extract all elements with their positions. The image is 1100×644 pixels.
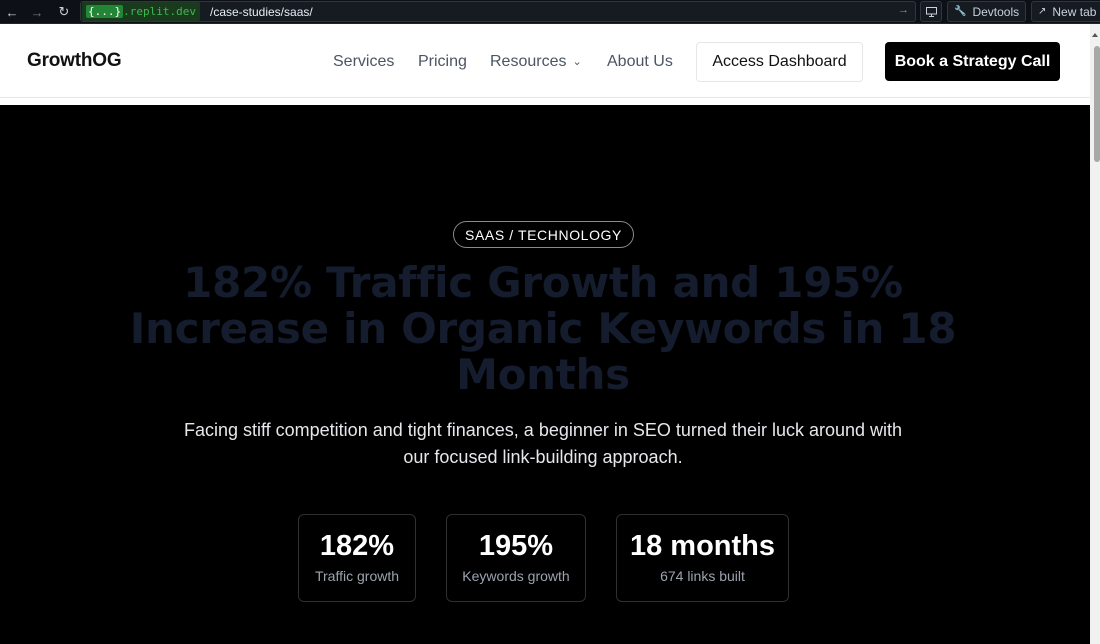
case-study-headline: 182% Traffic Growth and 195% Increase in… xyxy=(129,258,957,399)
nav-pricing[interactable]: Pricing xyxy=(418,53,467,71)
site-header: GrowthOG Services Pricing Resources ⌄ Abo… xyxy=(0,24,1090,98)
header-spacer xyxy=(0,98,1090,105)
stat-value: 182% xyxy=(319,530,395,562)
nav-about-us[interactable]: About Us xyxy=(607,53,673,71)
new-tab-label: New tab xyxy=(1052,4,1097,19)
hero-section: SAAS / TECHNOLOGY 182% Traffic Growth an… xyxy=(0,105,1090,644)
go-arrow-icon[interactable]: → xyxy=(898,4,909,16)
stat-label: Keywords growth xyxy=(462,568,570,584)
book-strategy-call-button[interactable]: Book a Strategy Call xyxy=(885,42,1060,81)
stat-value: 195% xyxy=(478,530,554,562)
access-dashboard-button[interactable]: Access Dashboard xyxy=(696,42,863,82)
scrollbar-thumb[interactable] xyxy=(1094,46,1100,162)
domain-chip: {...} .replit.dev xyxy=(82,2,200,21)
nav-resources-label: Resources xyxy=(490,53,567,70)
nav-resources[interactable]: Resources ⌄ xyxy=(490,53,582,71)
stat-label: Traffic growth xyxy=(314,568,400,584)
back-arrow-icon[interactable]: ← xyxy=(0,1,24,23)
chevron-down-icon: ⌄ xyxy=(572,56,582,68)
new-tab-button[interactable]: ↗ New tab xyxy=(1031,1,1100,22)
stat-card-duration: 18 months 674 links built xyxy=(616,514,789,602)
monitor-icon xyxy=(925,6,937,17)
reload-icon[interactable]: ↻ xyxy=(52,1,76,23)
brand-logo[interactable]: GrowthOG xyxy=(27,50,122,72)
nav-services[interactable]: Services xyxy=(333,53,394,71)
screen-button[interactable] xyxy=(920,1,942,22)
domain-brace: {...} xyxy=(86,5,124,18)
address-bar[interactable]: {...} .replit.dev /case-studies/saas/ → xyxy=(80,1,916,22)
stat-value: 18 months xyxy=(629,530,776,562)
forward-arrow-icon[interactable]: → xyxy=(25,1,49,23)
devtools-button[interactable]: 🔧 Devtools xyxy=(947,1,1027,22)
stat-label: 674 links built xyxy=(660,568,745,584)
hero-description: Facing stiff competition and tight finan… xyxy=(183,420,903,467)
stat-card-keywords: 195% Keywords growth xyxy=(446,514,586,602)
devtools-label: Devtools xyxy=(972,4,1020,19)
external-link-icon: ↗ xyxy=(1038,6,1047,17)
browser-toolbar: ← → ↻ {...} .replit.dev /case-studies/saa… xyxy=(0,0,1100,24)
domain-suffix: .replit.dev xyxy=(123,5,196,18)
scroll-up-icon[interactable] xyxy=(1092,33,1098,37)
url-path: /case-studies/saas/ xyxy=(209,4,313,19)
wrench-icon: 🔧 xyxy=(954,6,967,17)
stat-card-traffic: 182% Traffic growth xyxy=(298,514,416,602)
category-badge: SAAS / TECHNOLOGY xyxy=(453,221,634,248)
